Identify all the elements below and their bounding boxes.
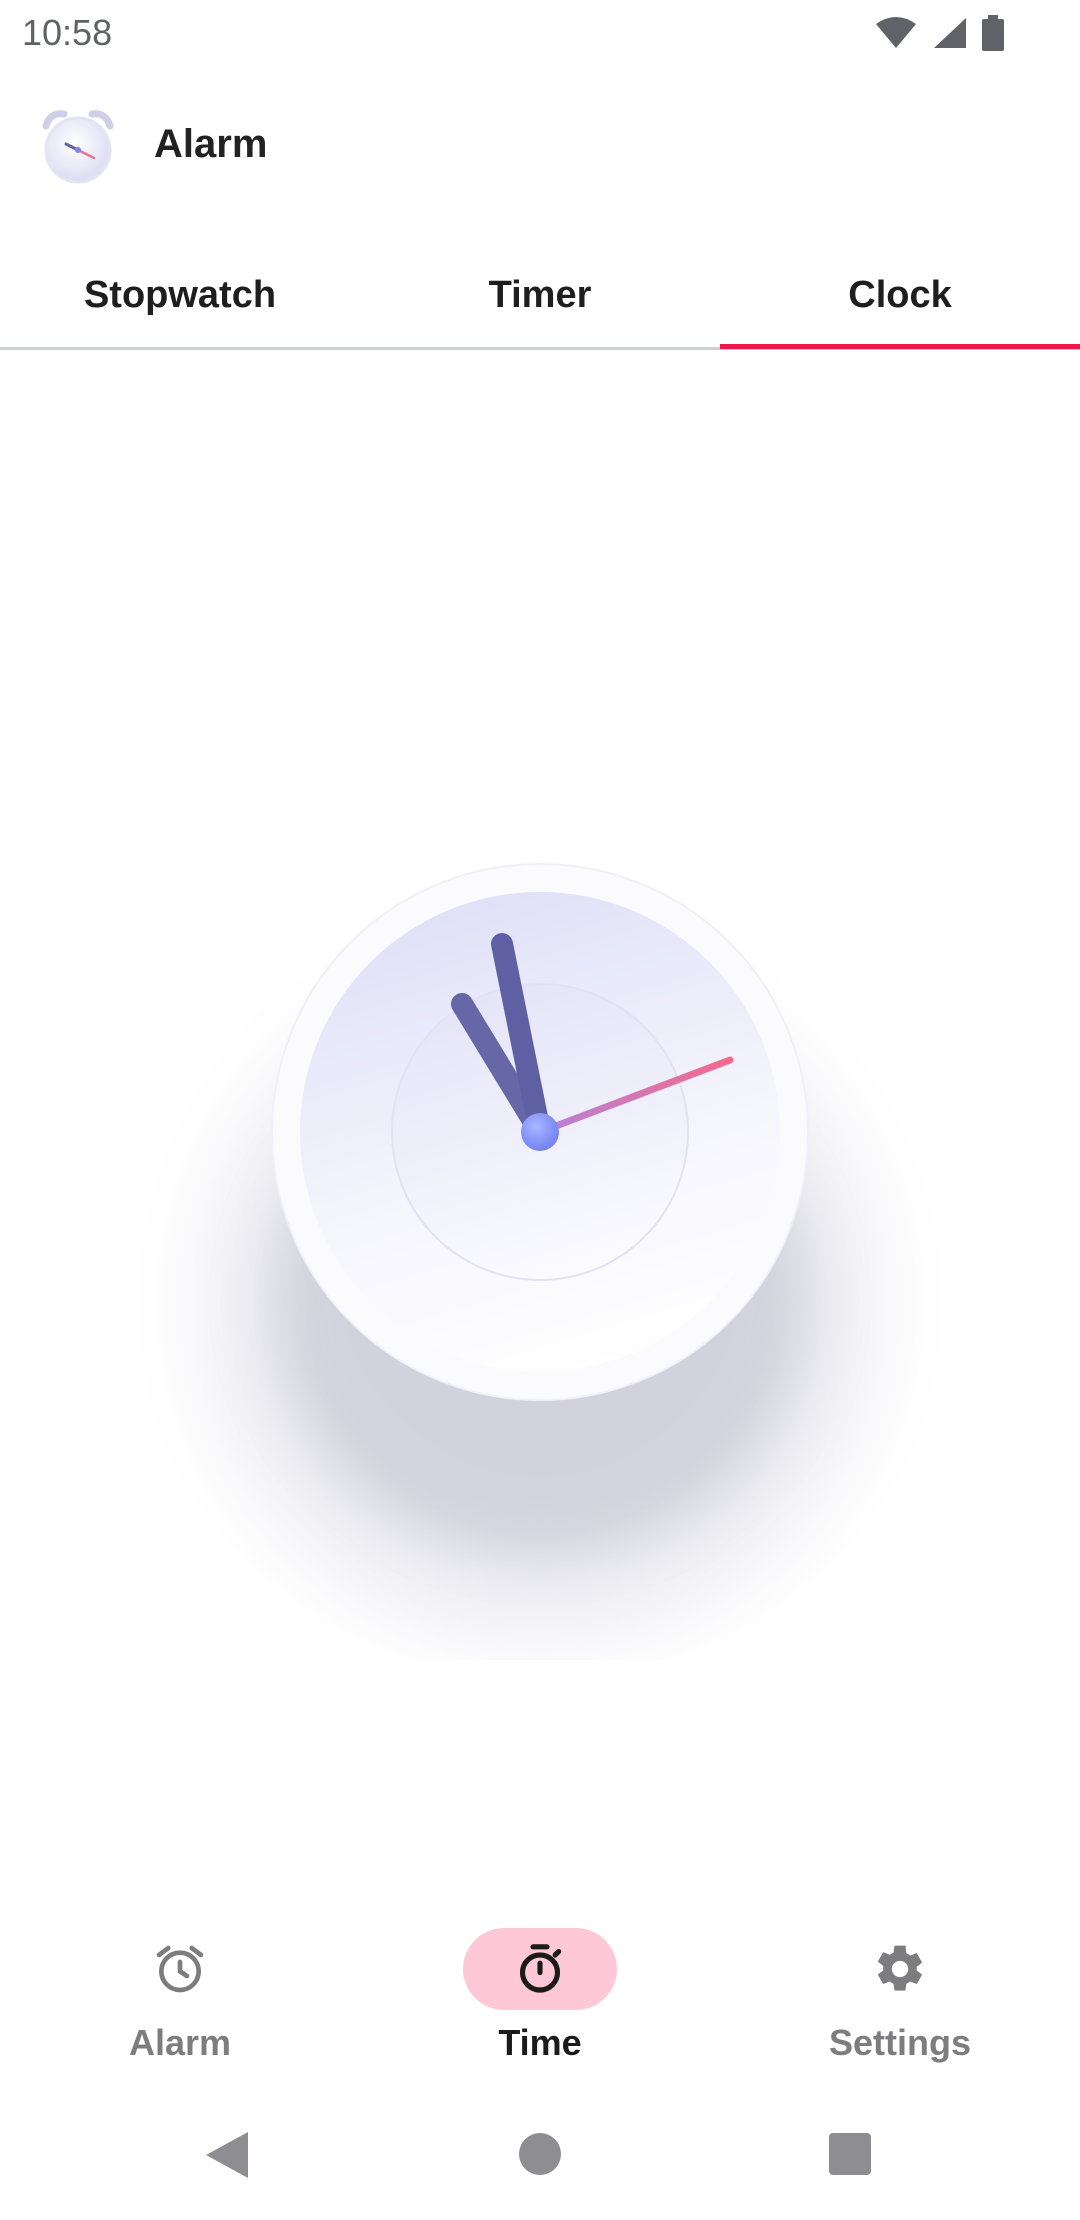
alarm-icon (156, 1945, 204, 1993)
nav-alarm[interactable]: Alarm (0, 1910, 360, 2100)
nav-time[interactable]: Time (360, 1910, 720, 2100)
gear-icon (878, 1945, 922, 1991)
signal-icon (934, 18, 966, 48)
nav-time-pill (463, 1928, 617, 2010)
stopwatch-icon (519, 1944, 562, 1993)
app-header: Alarm (0, 100, 1080, 190)
status-time: 10:58 (22, 12, 113, 53)
tab-stopwatch[interactable]: Stopwatch (0, 240, 360, 350)
tab-clock[interactable]: Clock (720, 240, 1080, 350)
nav-settings-pill (823, 1928, 977, 2010)
recents-icon[interactable] (828, 2132, 872, 2176)
status-bar: 10:58 (0, 0, 1080, 66)
clock-hub (521, 1113, 559, 1151)
battery-icon (982, 15, 1004, 51)
status-icons (874, 15, 1004, 51)
analog-clock (100, 780, 980, 1660)
nav-settings[interactable]: Settings (720, 1910, 1080, 2100)
tab-bar: Stopwatch Timer Clock (0, 240, 1080, 350)
bottom-nav: Alarm Time Settings (0, 1910, 1080, 2100)
system-nav-bar (0, 2100, 1080, 2220)
home-icon[interactable] (518, 2132, 562, 2176)
app-title: Alarm (154, 122, 268, 166)
alarm-clock-icon (42, 110, 114, 184)
tab-indicator (720, 344, 1080, 349)
tab-timer[interactable]: Timer (360, 240, 720, 350)
nav-time-label: Time (498, 2022, 582, 2063)
nav-alarm-pill (103, 1928, 257, 2010)
wifi-icon (876, 17, 916, 48)
back-icon[interactable] (204, 2130, 250, 2180)
nav-settings-label: Settings (828, 2022, 971, 2063)
nav-alarm-label: Alarm (128, 2022, 232, 2063)
